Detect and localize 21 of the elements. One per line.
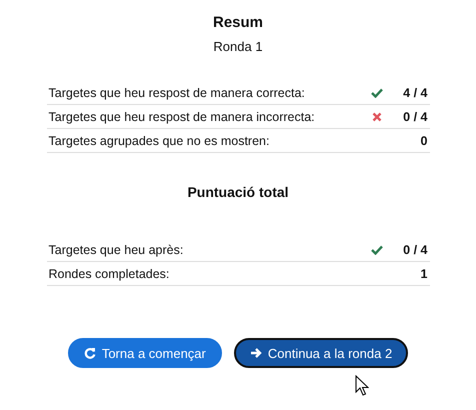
cross-icon xyxy=(372,112,382,122)
row-value: 0 xyxy=(420,134,428,148)
cursor-icon xyxy=(355,375,369,397)
row-value: 0 / 4 xyxy=(403,242,428,256)
row-label: Targetes que heu respost de manera incorrecta: xyxy=(48,110,315,124)
check-icon xyxy=(370,88,382,98)
continue-button[interactable]: Continua a la ronda 2 xyxy=(234,338,408,368)
row-value: 0 / 4 xyxy=(403,110,428,124)
check-icon xyxy=(370,245,382,256)
row-label: Targetes que heu après: xyxy=(48,242,184,256)
round-label: Ronda 1 xyxy=(213,39,263,55)
row-value: 4 / 4 xyxy=(403,86,428,100)
arrow-right-icon xyxy=(250,347,262,359)
restart-button[interactable]: Torna a començar xyxy=(68,338,222,368)
summary-title: Resum xyxy=(212,14,264,32)
refresh-icon xyxy=(84,347,96,359)
row-label: Targetes agrupades que no es mostren: xyxy=(48,134,270,148)
total-title: Puntuació total xyxy=(187,184,289,200)
row-label: Targetes que heu respost de manera correcta: xyxy=(48,86,305,100)
row-label: Rondes completades: xyxy=(48,266,170,280)
row-value: 1 xyxy=(420,266,428,280)
